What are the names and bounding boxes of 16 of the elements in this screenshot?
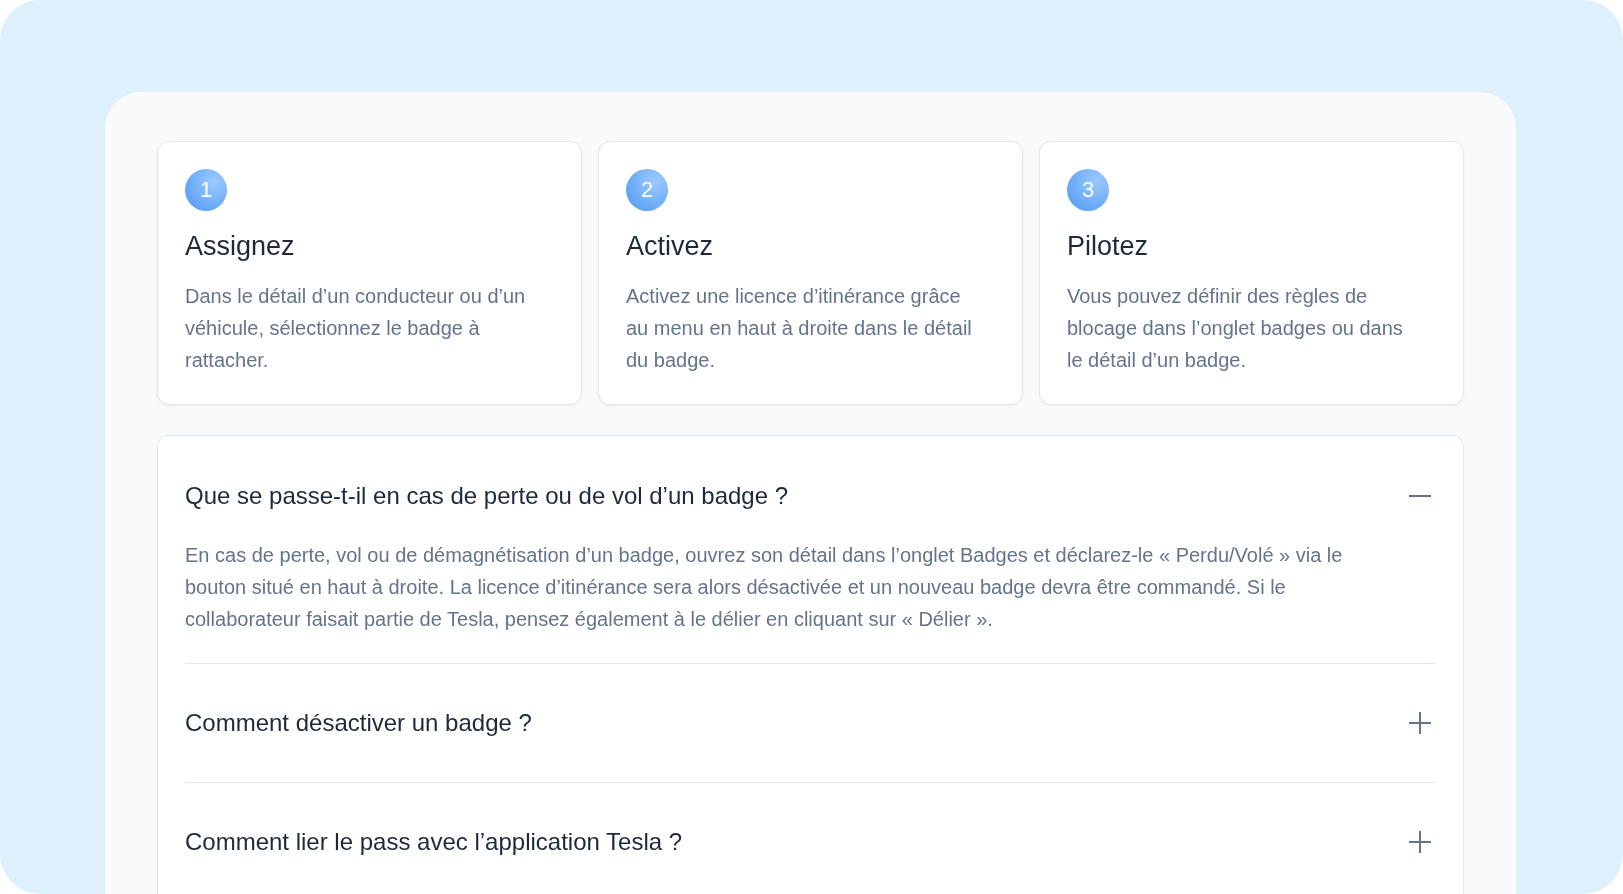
step-number: 3	[1067, 169, 1109, 211]
minus-icon	[1408, 494, 1432, 497]
faq-answer: En cas de perte, vol ou de démagnétisation d’un badge, ouvrez son détail dans l’onglet Badges et déclarez-le « Perdu/Volé » via le bouton situé en haut à droite. La licence d’itinérance sera alors désactivée et un nouveau badge devra être commandé. Si le collaborateur faisait partie de Tesla, pensez également à le délier en cliquant sur « Délier ».	[185, 543, 1344, 632]
step-number: 1	[185, 169, 227, 211]
faq-question[interactable]: Comment lier le pass avec l’application Tesla ?	[185, 783, 1436, 894]
step-title: Activez	[626, 231, 715, 262]
step-number: 2	[626, 169, 668, 211]
faq-question[interactable]: Que se passe-t-il en cas de perte ou de vol d’un badge ?	[185, 436, 1436, 539]
step-description: Dans le détail d’un conducteur ou d’un véhicule, sélectionnez le badge à rattacher.	[185, 284, 527, 373]
step-title: Pilotez	[1067, 231, 1150, 262]
plus-icon	[1408, 830, 1432, 854]
faq-question[interactable]: Comment désactiver un badge ?	[185, 664, 1436, 782]
step-description: Activez une licence d’itinérance grâce au menu en haut à droite dans le détail du badge.	[626, 284, 973, 373]
plus-icon	[1408, 711, 1432, 735]
step-title: Assignez	[185, 231, 296, 262]
step-description: Vous pouvez définir des règles de blocage dans l’onglet badges ou dans le détail d’un badge.	[1067, 284, 1404, 373]
